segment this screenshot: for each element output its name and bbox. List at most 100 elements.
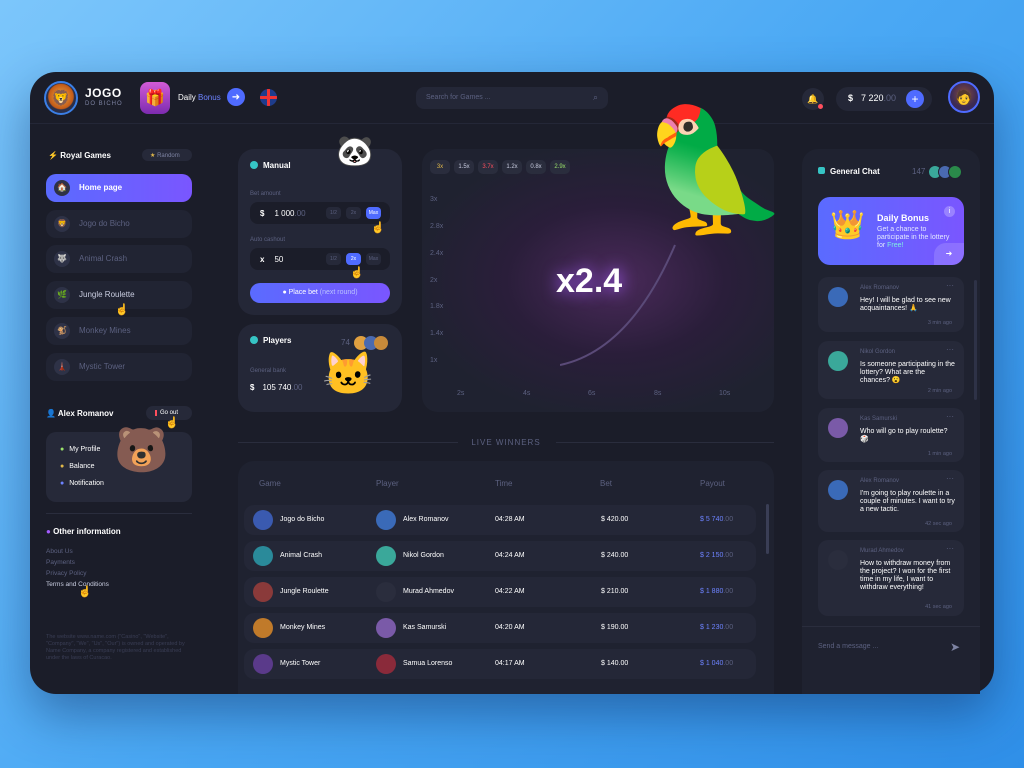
- payout-value: $ 1 880: [700, 588, 724, 595]
- royal-games-label: Royal Games: [60, 151, 111, 160]
- bet: $ 190.00: [601, 624, 629, 631]
- sidebar: ⚡ Royal Games ★ Random 🏠 Home page 🦁 Jogo …: [30, 72, 210, 694]
- manual-title: Manual: [250, 161, 291, 170]
- coin-icon: ●: [60, 463, 65, 470]
- about-us-link[interactable]: About Us: [46, 548, 73, 555]
- sidebar-item-label: Monkey Mines: [79, 326, 131, 335]
- daily-bonus-arrow-button[interactable]: ➜: [934, 243, 964, 265]
- random-button[interactable]: ★ Random: [142, 149, 192, 161]
- payout-value: $ 2 150: [700, 552, 724, 559]
- bet-max-chip[interactable]: Max: [366, 207, 381, 219]
- bell-icon: ●: [60, 480, 65, 487]
- chat-message: Kas Samurski ··· Who will go to play rou…: [818, 408, 964, 462]
- sidebar-user-name: Alex Romanov: [57, 409, 114, 418]
- bet: $ 140.00: [601, 660, 629, 667]
- more-icon[interactable]: ···: [946, 544, 954, 553]
- flight-curve: [560, 244, 676, 366]
- auto-cashout-label: Auto cashout: [250, 237, 286, 243]
- sidebar-item-monkey-mines[interactable]: 🐒 Monkey Mines: [46, 317, 192, 345]
- game-name: Animal Crash: [280, 552, 323, 559]
- payout: $ 1 230.00: [700, 624, 733, 631]
- sidebar-item-animal-crash[interactable]: 🐺 Animal Crash: [46, 245, 192, 273]
- place-bet-button[interactable]: ● Place bet (next round): [250, 283, 390, 303]
- table-row[interactable]: Jogo do Bicho Alex Romanov 04:28 AM $ 42…: [244, 505, 756, 535]
- sidebar-item-label: Jogo do Bicho: [79, 219, 130, 228]
- notification-item[interactable]: ● Notification: [60, 480, 104, 487]
- table-row[interactable]: Mystic Tower Samua Lorenso 04:17 AM $ 14…: [244, 649, 756, 679]
- player-avatar: [376, 582, 396, 602]
- chat-icon: [818, 167, 825, 174]
- cashout-max-chip[interactable]: Max: [366, 253, 381, 265]
- search-input[interactable]: Search for Games ... ⌕: [416, 87, 608, 109]
- bet-amount-decimals: .00: [294, 209, 306, 218]
- mouse-cursor-icon: ☝: [115, 304, 129, 316]
- y-axis-label: 1.8x: [430, 303, 444, 310]
- message-avatar: [828, 550, 848, 570]
- more-icon[interactable]: ···: [946, 474, 954, 483]
- chat-scrollbar[interactable]: [974, 280, 977, 400]
- payout-value: $ 1 230: [700, 624, 724, 631]
- cat-mascot-image: 🐱: [322, 350, 375, 397]
- my-profile-item[interactable]: ● My Profile: [60, 446, 100, 453]
- search-icon: ⌕: [592, 92, 598, 102]
- chat-title-text: General Chat: [830, 167, 880, 176]
- bet-amount-field[interactable]: $1 000.00 1/2 2x Max: [250, 202, 390, 224]
- uk-flag-icon[interactable]: [260, 89, 277, 106]
- user-avatar[interactable]: 🧑: [948, 81, 980, 113]
- more-icon[interactable]: ···: [946, 281, 954, 290]
- table-row[interactable]: Animal Crash Nikol Gordon 04:24 AM $ 240…: [244, 541, 756, 571]
- multiply-icon: x: [260, 255, 265, 264]
- live-winners-title: LIVE WINNERS: [471, 438, 541, 447]
- info-icon[interactable]: i: [944, 206, 955, 217]
- column-header: Player: [376, 479, 399, 488]
- parrot-mascot-image: 🦜: [640, 103, 790, 237]
- payments-link[interactable]: Payments: [46, 559, 75, 566]
- chat-message-input[interactable]: Send a message ...: [818, 643, 878, 650]
- privacy-policy-link[interactable]: Privacy Policy: [46, 570, 86, 577]
- bet-double-chip[interactable]: 2x: [346, 207, 361, 219]
- info-icon: ●: [46, 527, 51, 536]
- player-avatar: [376, 618, 396, 638]
- other-info-title: ● Other information: [46, 527, 121, 536]
- x-axis-label: 10s: [719, 390, 731, 397]
- x-axis-label: 4s: [523, 390, 531, 397]
- sidebar-item-mystic-tower[interactable]: 🗼 Mystic Tower: [46, 353, 192, 381]
- message-time: 41 sec ago: [925, 604, 952, 610]
- game-thumbnail: [253, 618, 273, 638]
- payout-decimals: .00: [723, 552, 734, 559]
- payout-value: $ 5 740: [700, 516, 724, 523]
- sidebar-item-jogo-do-bicho[interactable]: 🦁 Jogo do Bicho: [46, 210, 192, 238]
- player-avatar: [376, 546, 396, 566]
- time: 04:17 AM: [495, 660, 525, 667]
- message-time: 42 sec ago: [925, 521, 952, 527]
- bell-icon[interactable]: 🔔: [802, 88, 824, 110]
- game-thumbnail: [253, 510, 273, 530]
- sidebar-item-home[interactable]: 🏠 Home page: [46, 174, 192, 202]
- table-row[interactable]: Monkey Mines Kas Samurski 04:20 AM $ 190…: [244, 613, 756, 643]
- bet: $ 420.00: [601, 516, 629, 523]
- message-avatar: [828, 480, 848, 500]
- players-title: Players: [250, 336, 291, 345]
- more-icon[interactable]: ···: [946, 345, 954, 354]
- x-axis-label: 6s: [588, 390, 596, 397]
- cashout-half-chip[interactable]: 1/2: [326, 253, 341, 265]
- sidebar-item-label: Mystic Tower: [79, 362, 126, 371]
- send-icon[interactable]: ➤: [950, 640, 960, 654]
- message-author: Kas Samurski: [860, 416, 898, 422]
- add-funds-button[interactable]: +: [906, 90, 924, 108]
- table-row[interactable]: Jungle Roulette Murad Ahmedov 04:22 AM $…: [244, 577, 756, 607]
- history-multiplier: 1.2x: [502, 160, 522, 174]
- table-scrollbar[interactable]: [766, 504, 769, 554]
- message-avatar: [828, 351, 848, 371]
- balance-item[interactable]: ● Balance: [60, 463, 95, 470]
- game-icon: 🌿: [54, 287, 70, 303]
- crown-icon: 👑: [830, 209, 865, 240]
- bet-half-chip[interactable]: 1/2: [326, 207, 341, 219]
- bet: $ 210.00: [601, 588, 629, 595]
- more-icon[interactable]: ···: [946, 412, 954, 421]
- sidebar-item-label: Jungle Roulette: [79, 290, 135, 299]
- daily-bonus-arrow-button[interactable]: ➜: [227, 88, 245, 106]
- chat-message: Alex Romanov ··· I'm going to play roule…: [818, 470, 964, 532]
- auto-cashout-field[interactable]: x 50 1/2 2x Max: [250, 248, 390, 270]
- cashout-double-chip[interactable]: 2x: [346, 253, 361, 265]
